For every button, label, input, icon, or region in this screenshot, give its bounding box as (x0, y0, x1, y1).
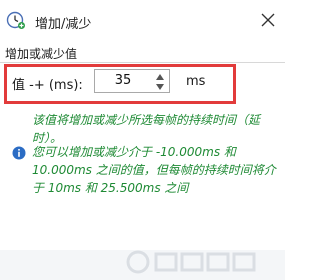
chevron-down-icon (156, 84, 164, 90)
title-bar: 增加/减少 (0, 0, 285, 40)
decrement-button[interactable] (154, 82, 166, 92)
section-divider (0, 62, 285, 63)
section-heading: 增加或减少值 (5, 47, 78, 61)
window-title: 增加/减少 (35, 17, 92, 32)
chevron-up-icon (156, 74, 164, 80)
clock-plus-icon (6, 11, 25, 29)
watermark-logo (126, 250, 256, 274)
value-field-label: 值 -+ (ms): (12, 78, 83, 93)
duration-value[interactable]: 35 (95, 73, 151, 88)
description-text: 该值将增加或减少所选每帧的持续时间（延时）。 (32, 113, 261, 145)
duration-stepper[interactable]: 35 (94, 69, 170, 93)
unit-label: ms (186, 74, 206, 89)
close-icon (261, 13, 275, 27)
info-icon (12, 146, 26, 160)
info-text: 您可以增加或减少介于 -10.000ms 和 10.000ms 之间的值，但每帧… (32, 145, 276, 195)
increment-button[interactable] (154, 72, 166, 82)
close-button[interactable] (254, 6, 282, 34)
